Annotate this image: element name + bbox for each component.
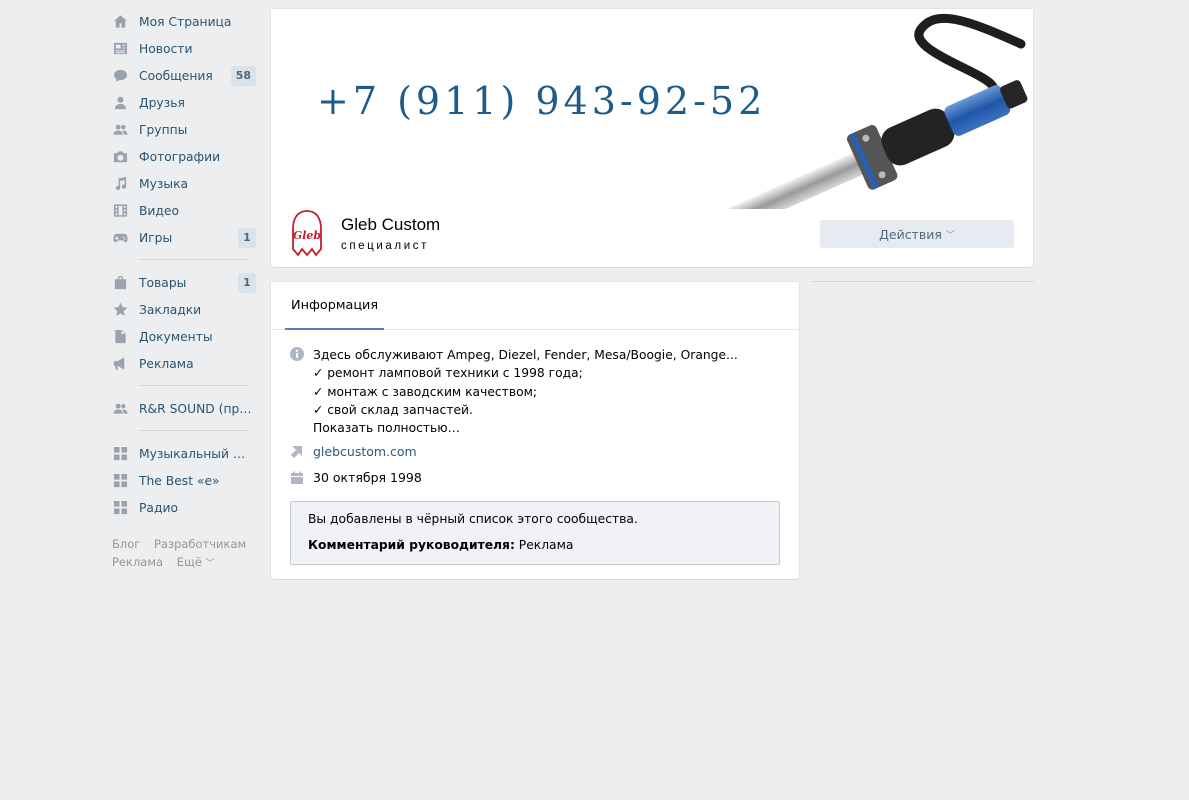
sidebar-item-label: Музыкальный Пле... — [139, 446, 254, 461]
sidebar-item-label: Музыка — [139, 176, 189, 191]
sidebar-item-label: Моя Страница — [139, 14, 232, 29]
description-row: Здесь обслуживают Ampeg, Diezel, Fender,… — [290, 346, 738, 437]
soldering-iron-image — [721, 13, 1028, 209]
community-avatar[interactable]: Gleb — [288, 209, 326, 257]
messages-count-badge: 58 — [230, 66, 256, 86]
info-tabs: Информация — [271, 282, 799, 330]
sidebar-item-bookmarks[interactable]: Закладки — [108, 296, 258, 323]
sidebar-divider — [138, 430, 248, 431]
shopping-bag-icon — [112, 275, 128, 291]
sidebar-item-label: Фотографии — [139, 149, 221, 164]
link-arrow-icon — [290, 445, 304, 459]
news-icon — [112, 41, 128, 57]
chevron-down-icon: ﹀ — [205, 559, 215, 569]
games-count-badge: 1 — [238, 228, 256, 248]
camera-icon — [112, 149, 128, 165]
calendar-icon — [290, 471, 304, 485]
sidebar-item-label: Новости — [139, 41, 193, 56]
sidebar-item-label: Радио — [139, 500, 178, 515]
description-line: ✓ монтаж с заводским качеством; — [313, 384, 538, 399]
sidebar-divider — [138, 385, 248, 386]
show-more-link[interactable]: Показать полностью… — [313, 419, 738, 437]
description-line: ✓ ремонт ламповой техники с 1998 года; — [313, 366, 583, 381]
website-link[interactable]: glebcustom.com — [313, 444, 417, 459]
tab-information[interactable]: Информация — [285, 282, 385, 330]
footer-link-blog[interactable]: Блог — [112, 537, 140, 551]
messages-icon — [112, 68, 128, 84]
footer-link-more[interactable]: Ещё ﹀ — [177, 555, 215, 569]
app-grid-icon — [112, 500, 128, 516]
founded-date: 30 октября 1998 — [313, 470, 422, 485]
app-grid-icon — [112, 473, 128, 489]
sidebar-item-the-best-app[interactable]: The Best «e» — [108, 467, 258, 494]
sidebar-item-label: Закладки — [139, 302, 202, 317]
website-row: glebcustom.com — [290, 444, 417, 459]
megaphone-icon — [112, 356, 128, 372]
sidebar-divider — [138, 259, 248, 260]
community-name: Gleb Custom — [341, 215, 441, 234]
community-cover: +7 (911) 943-92-52 Gleb Gleb Custom спец… — [271, 9, 1033, 267]
info-card: Информация Здесь обслуживают Ampeg, Diez… — [271, 282, 799, 579]
info-icon — [290, 347, 304, 361]
sidebar-item-radio-app[interactable]: Радио — [108, 494, 258, 521]
sidebar-item-label: Товары — [139, 275, 187, 290]
footer-link-developers[interactable]: Разработчикам — [154, 537, 246, 551]
groups-icon — [112, 122, 128, 138]
sidebar-item-label: Видео — [139, 203, 180, 218]
blacklist-notice: Вы добавлены в чёрный список этого сообщ… — [290, 501, 780, 565]
sidebar-item-label: Сообщения — [139, 68, 213, 83]
sidebar-item-ads[interactable]: Реклама — [108, 350, 258, 377]
right-column-divider — [812, 281, 1034, 282]
actions-button[interactable]: Действия ﹀ — [820, 220, 1014, 248]
chevron-down-icon: ﹀ — [945, 230, 955, 241]
gamepad-icon — [112, 230, 128, 246]
sidebar-item-rr-sound[interactable]: R&R SOUND (прои... — [108, 395, 258, 422]
film-icon — [112, 203, 128, 219]
footer-link-ads[interactable]: Реклама — [112, 555, 163, 569]
sidebar-item-photos[interactable]: Фотографии — [108, 143, 258, 170]
left-sidebar: Моя Страница Новости Сообщения 58 Друзья… — [108, 8, 258, 573]
sidebar-item-news[interactable]: Новости — [108, 35, 258, 62]
sidebar-item-my-page[interactable]: Моя Страница — [108, 8, 258, 35]
sidebar-item-games[interactable]: Игры 1 — [108, 224, 258, 251]
groups-icon — [112, 401, 128, 417]
user-icon — [112, 95, 128, 111]
document-icon — [112, 329, 128, 345]
sidebar-item-label: Игры — [139, 230, 173, 245]
app-grid-icon — [112, 446, 128, 462]
sidebar-item-goods[interactable]: Товары 1 — [108, 269, 258, 296]
manager-comment: Комментарий руководителя: Реклама — [308, 538, 574, 552]
sidebar-item-label: Группы — [139, 122, 188, 137]
star-icon — [112, 302, 128, 318]
date-row: 30 октября 1998 — [290, 470, 422, 485]
music-note-icon — [112, 176, 128, 192]
goods-count-badge: 1 — [238, 273, 256, 293]
blacklist-message: Вы добавлены в чёрный список этого сообщ… — [308, 512, 638, 526]
sidebar-item-label: The Best «e» — [139, 473, 220, 488]
sidebar-item-label: Документы — [139, 329, 213, 344]
description-line: Здесь обслуживают Ampeg, Diezel, Fender,… — [313, 348, 738, 362]
sidebar-item-friends[interactable]: Друзья — [108, 89, 258, 116]
sidebar-item-groups[interactable]: Группы — [108, 116, 258, 143]
sidebar-item-label: R&R SOUND (прои... — [139, 401, 254, 416]
svg-text:Gleb: Gleb — [293, 229, 322, 242]
community-status: специалист — [341, 240, 429, 252]
sidebar-item-music-player-app[interactable]: Музыкальный Пле... — [108, 440, 258, 467]
sidebar-item-label: Реклама — [139, 356, 194, 371]
sidebar-item-messages[interactable]: Сообщения 58 — [108, 62, 258, 89]
description-line: ✓ свой склад запчастей. — [313, 402, 473, 417]
home-icon — [112, 14, 128, 30]
sidebar-item-documents[interactable]: Документы — [108, 323, 258, 350]
sidebar-item-video[interactable]: Видео — [108, 197, 258, 224]
sidebar-item-label: Друзья — [139, 95, 185, 110]
sidebar-item-music[interactable]: Музыка — [108, 170, 258, 197]
sidebar-footer-links: Блог Разработчикам Реклама Ещё ﹀ — [108, 535, 258, 573]
